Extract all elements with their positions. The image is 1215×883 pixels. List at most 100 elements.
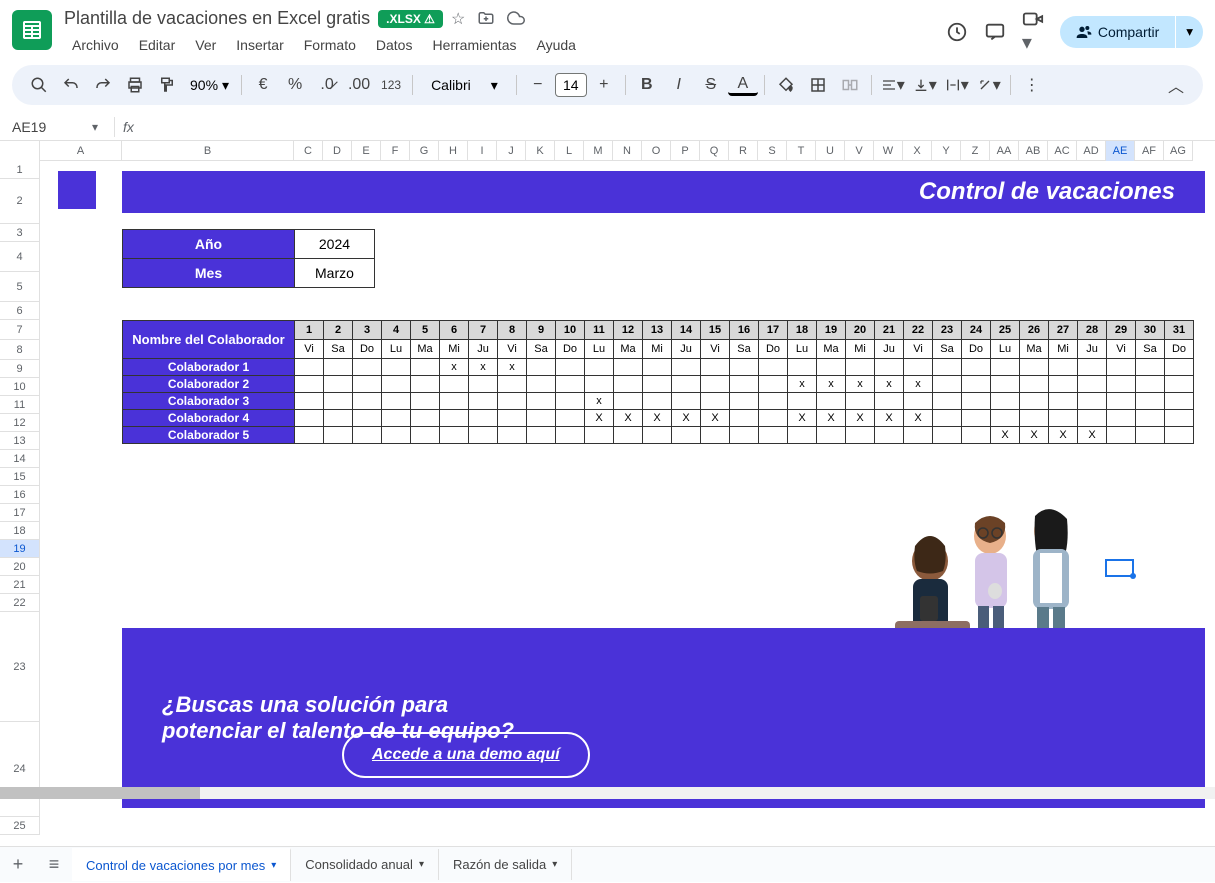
vacation-cell[interactable] bbox=[788, 359, 817, 376]
valign-icon[interactable]: ▾ bbox=[910, 70, 940, 100]
vacation-cell[interactable] bbox=[1136, 376, 1165, 393]
vacation-cell[interactable]: x bbox=[498, 359, 527, 376]
doc-title[interactable]: Plantilla de vacaciones en Excel gratis bbox=[64, 8, 370, 29]
tab-control-vacaciones[interactable]: Control de vacaciones por mes▾ bbox=[72, 848, 291, 881]
col-header-S[interactable]: S bbox=[758, 141, 787, 161]
vacation-cell[interactable] bbox=[817, 427, 846, 444]
vacation-cell[interactable] bbox=[411, 410, 440, 427]
history-icon[interactable] bbox=[946, 21, 968, 43]
row-header-5[interactable]: 5 bbox=[0, 272, 40, 302]
vacation-cell[interactable]: X bbox=[672, 410, 701, 427]
vacation-cell[interactable] bbox=[904, 393, 933, 410]
vacation-cell[interactable] bbox=[643, 359, 672, 376]
strikethrough-icon[interactable]: S bbox=[696, 70, 726, 100]
vacation-cell[interactable] bbox=[498, 393, 527, 410]
vacation-cell[interactable] bbox=[324, 393, 353, 410]
vacation-cell[interactable] bbox=[585, 427, 614, 444]
col-header-N[interactable]: N bbox=[613, 141, 642, 161]
col-header-K[interactable]: K bbox=[526, 141, 555, 161]
col-header-G[interactable]: G bbox=[410, 141, 439, 161]
vacation-cell[interactable] bbox=[875, 427, 904, 444]
col-header-W[interactable]: W bbox=[874, 141, 903, 161]
vacation-cell[interactable] bbox=[614, 376, 643, 393]
year-value[interactable]: 2024 bbox=[295, 230, 375, 259]
share-button[interactable]: Compartir bbox=[1060, 16, 1175, 48]
vacation-cell[interactable] bbox=[382, 359, 411, 376]
vacation-cell[interactable] bbox=[527, 393, 556, 410]
row-header-22[interactable]: 22 bbox=[0, 594, 40, 612]
vacation-cell[interactable] bbox=[585, 376, 614, 393]
tab-razon-salida[interactable]: Razón de salida▾ bbox=[439, 849, 572, 880]
vacation-cell[interactable] bbox=[527, 410, 556, 427]
vacation-cell[interactable] bbox=[991, 359, 1020, 376]
row-header-17[interactable]: 17 bbox=[0, 504, 40, 522]
vacation-cell[interactable] bbox=[614, 427, 643, 444]
vacation-cell[interactable] bbox=[1107, 410, 1136, 427]
vacation-cell[interactable] bbox=[295, 376, 324, 393]
all-sheets-icon[interactable]: ≡ bbox=[36, 847, 72, 883]
vacation-cell[interactable] bbox=[1136, 410, 1165, 427]
col-header-AE[interactable]: AE bbox=[1106, 141, 1135, 161]
sheets-logo[interactable] bbox=[12, 10, 52, 50]
vacation-cell[interactable]: x bbox=[817, 376, 846, 393]
vacation-cell[interactable] bbox=[875, 359, 904, 376]
vacation-cell[interactable] bbox=[614, 393, 643, 410]
vacation-cell[interactable] bbox=[933, 410, 962, 427]
col-header-U[interactable]: U bbox=[816, 141, 845, 161]
row-header-3[interactable]: 3 bbox=[0, 224, 40, 242]
col-header-Y[interactable]: Y bbox=[932, 141, 961, 161]
comment-icon[interactable] bbox=[984, 21, 1006, 43]
vacation-cell[interactable] bbox=[353, 393, 382, 410]
vacation-cell[interactable] bbox=[759, 359, 788, 376]
vacation-cell[interactable] bbox=[295, 410, 324, 427]
row-header-8[interactable]: 8 bbox=[0, 340, 40, 360]
vacation-cell[interactable] bbox=[440, 393, 469, 410]
vacation-cell[interactable] bbox=[295, 393, 324, 410]
vacation-cell[interactable] bbox=[672, 359, 701, 376]
vacation-cell[interactable]: X bbox=[701, 410, 730, 427]
col-header-D[interactable]: D bbox=[323, 141, 352, 161]
month-value[interactable]: Marzo bbox=[295, 259, 375, 288]
vacation-cell[interactable] bbox=[614, 359, 643, 376]
select-all-corner[interactable] bbox=[0, 141, 40, 161]
vacation-cell[interactable] bbox=[759, 427, 788, 444]
vacation-cell[interactable] bbox=[846, 393, 875, 410]
rotate-icon[interactable]: ▾ bbox=[974, 70, 1004, 100]
collapse-toolbar-icon[interactable]: ︿ bbox=[1161, 70, 1191, 100]
tab-consolidado[interactable]: Consolidado anual▾ bbox=[291, 849, 439, 880]
decrease-font-icon[interactable]: − bbox=[523, 70, 553, 100]
col-header-J[interactable]: J bbox=[497, 141, 526, 161]
vacation-cell[interactable] bbox=[353, 376, 382, 393]
vacation-cell[interactable] bbox=[991, 393, 1020, 410]
vacation-cell[interactable] bbox=[962, 393, 991, 410]
vacation-cell[interactable] bbox=[469, 427, 498, 444]
vacation-cell[interactable]: x bbox=[440, 359, 469, 376]
vacation-cell[interactable]: X bbox=[614, 410, 643, 427]
wrap-icon[interactable]: ▾ bbox=[942, 70, 972, 100]
name-box[interactable] bbox=[12, 119, 92, 135]
vacation-cell[interactable] bbox=[1049, 376, 1078, 393]
col-header-Q[interactable]: Q bbox=[700, 141, 729, 161]
col-header-C[interactable]: C bbox=[294, 141, 323, 161]
vacation-cell[interactable]: X bbox=[817, 410, 846, 427]
row-header-21[interactable]: 21 bbox=[0, 576, 40, 594]
vacation-cell[interactable] bbox=[759, 410, 788, 427]
vacation-cell[interactable] bbox=[991, 410, 1020, 427]
vacation-cell[interactable] bbox=[875, 393, 904, 410]
vacation-cell[interactable] bbox=[933, 359, 962, 376]
paint-format-icon[interactable] bbox=[152, 70, 182, 100]
vacation-cell[interactable] bbox=[1078, 359, 1107, 376]
vacation-cell[interactable]: X bbox=[1049, 427, 1078, 444]
col-header-AC[interactable]: AC bbox=[1048, 141, 1077, 161]
vacation-cell[interactable] bbox=[672, 393, 701, 410]
col-header-AA[interactable]: AA bbox=[990, 141, 1019, 161]
vacation-cell[interactable] bbox=[701, 393, 730, 410]
vacation-cell[interactable] bbox=[933, 427, 962, 444]
vacation-cell[interactable] bbox=[730, 376, 759, 393]
bold-icon[interactable]: B bbox=[632, 70, 662, 100]
row-header-4[interactable]: 4 bbox=[0, 242, 40, 272]
vacation-cell[interactable] bbox=[556, 359, 585, 376]
col-header-F[interactable]: F bbox=[381, 141, 410, 161]
vacation-cell[interactable] bbox=[440, 427, 469, 444]
vacation-cell[interactable] bbox=[933, 393, 962, 410]
